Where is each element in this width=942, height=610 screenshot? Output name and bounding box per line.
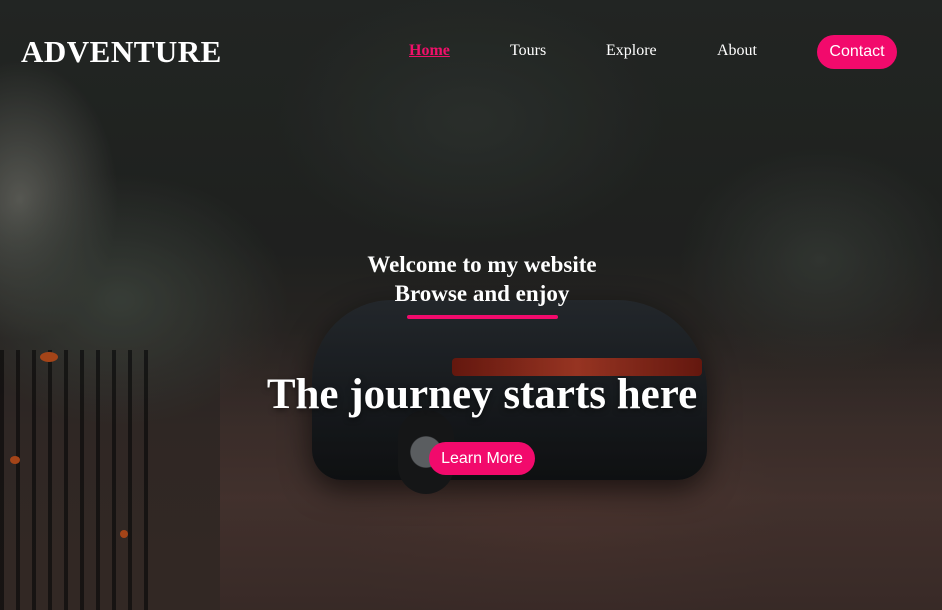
learn-more-button[interactable]: Learn More xyxy=(429,442,535,475)
nav-link-about[interactable]: About xyxy=(717,42,757,60)
nav-link-home[interactable]: Home xyxy=(409,42,450,60)
accent-underline xyxy=(407,315,558,319)
contact-button[interactable]: Contact xyxy=(817,35,897,69)
welcome-text-line2: Browse and enjoy xyxy=(394,281,570,306)
welcome-text-line1: Welcome to my website xyxy=(367,252,597,277)
hero-headline: The journey starts here xyxy=(266,371,698,418)
nav-link-tours[interactable]: Tours xyxy=(510,42,546,60)
navbar: ADVENTURE Home Tours Explore About Conta… xyxy=(0,0,942,104)
brand-logo[interactable]: ADVENTURE xyxy=(21,34,222,70)
nav-link-explore[interactable]: Explore xyxy=(606,42,657,60)
